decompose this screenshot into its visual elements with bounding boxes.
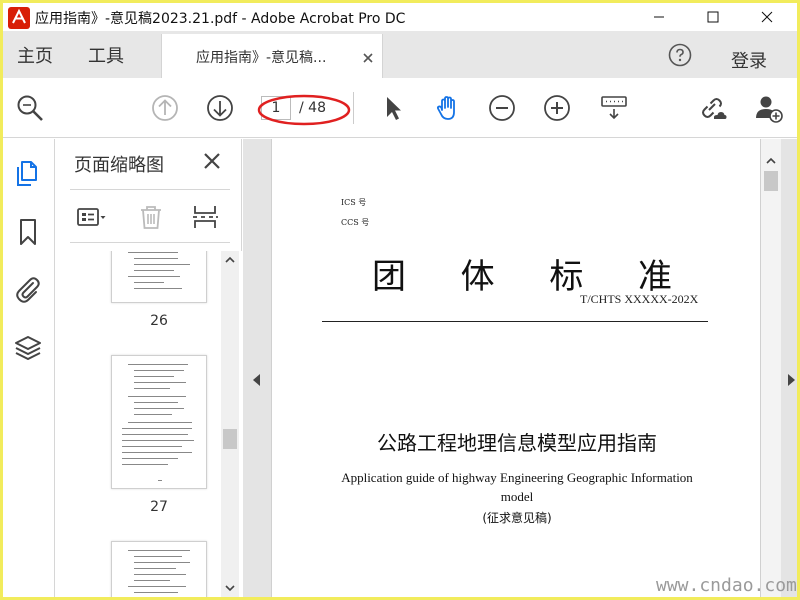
chinese-title: 公路工程地理信息模型应用指南 — [377, 431, 657, 455]
acrobat-logo-icon — [7, 6, 31, 30]
tab-tools[interactable]: 工具 — [88, 31, 124, 78]
thumbnail-scrollbar[interactable] — [221, 251, 239, 597]
close-window-button[interactable] — [744, 3, 790, 31]
window-title: 应用指南》-意见稿2023.21.pdf - Adobe Acrobat Pro… — [35, 11, 406, 27]
document-view[interactable]: ICS 号 CCS 号 团 体 标 准 T/CHTS XXXXX-202X 公路… — [243, 139, 797, 597]
maximize-button[interactable] — [690, 3, 736, 31]
minimize-button[interactable] — [636, 3, 682, 31]
document-scrollbar-thumb[interactable] — [764, 171, 778, 191]
thumbnail-page-28[interactable] — [111, 541, 207, 597]
bookmark-icon[interactable] — [13, 217, 43, 247]
thumbnail-page-26[interactable] — [111, 251, 207, 303]
expand-right-panel-icon[interactable] — [788, 374, 795, 386]
tab-home[interactable]: 主页 — [17, 31, 53, 78]
attachment-icon[interactable] — [13, 274, 43, 304]
ccs-number: CCS 号 — [341, 218, 370, 227]
panel-title: 页面缩略图 — [74, 155, 164, 176]
thumbnail-page-27[interactable] — [111, 355, 207, 489]
tab-document[interactable]: 应用指南》-意见稿... — [161, 34, 383, 78]
ics-number: ICS 号 — [341, 198, 367, 207]
watermark: www.cndao.com — [656, 575, 797, 596]
document-scrollbar[interactable] — [761, 139, 781, 597]
document-page: ICS 号 CCS 号 团 体 标 准 T/CHTS XXXXX-202X 公路… — [271, 139, 761, 597]
app-window: 应用指南》-意见稿2023.21.pdf - Adobe Acrobat Pro… — [3, 3, 797, 597]
tab-document-label: 应用指南》-意见稿... — [196, 50, 327, 66]
red-ellipse-annotation — [257, 94, 351, 126]
share-link-icon[interactable] — [697, 93, 727, 123]
delete-page-icon[interactable] — [136, 202, 166, 232]
hand-tool-icon[interactable] — [433, 93, 463, 123]
next-page-icon[interactable] — [205, 93, 235, 123]
previous-page-icon[interactable] — [150, 93, 180, 123]
title-char: 准 — [637, 257, 672, 297]
toolbar-divider — [353, 92, 354, 124]
panel-toolbar — [70, 189, 230, 243]
keyboard-icon[interactable] — [599, 93, 629, 123]
horizontal-rule — [322, 321, 708, 322]
english-title: Application guide of highway Engineering… — [341, 470, 693, 504]
tab-bar: 主页 工具 应用指南》-意见稿... 登录 — [3, 31, 797, 78]
title-char: 团 — [372, 257, 406, 297]
title-bar: 应用指南》-意见稿2023.21.pdf - Adobe Acrobat Pro… — [3, 3, 797, 31]
group-standard-title: 团 体 标 准 — [372, 249, 672, 298]
thumbnail-list[interactable]: 26 27 — [56, 251, 242, 597]
login-button[interactable]: 登录 — [731, 47, 767, 73]
draft-label: (征求意见稿) — [482, 511, 552, 525]
page-thumbnails-icon[interactable] — [13, 159, 43, 189]
left-rail — [3, 139, 55, 597]
add-user-icon[interactable] — [753, 93, 783, 123]
collapse-left-panel-icon[interactable] — [253, 374, 260, 386]
options-menu-icon[interactable] — [76, 202, 106, 232]
extract-page-icon[interactable] — [190, 202, 220, 232]
thumbnail-page-number: 27 — [150, 499, 168, 515]
zoom-in-icon[interactable] — [542, 93, 572, 123]
select-cursor-icon[interactable] — [378, 93, 408, 123]
standard-number: T/CHTS XXXXX-202X — [580, 292, 699, 306]
thumbnail-page-number: 26 — [150, 313, 168, 329]
toolbar: 1 / 48 — [3, 78, 797, 138]
close-panel-icon[interactable] — [202, 151, 222, 171]
title-char: 体 — [460, 257, 495, 297]
zoom-search-icon[interactable] — [15, 93, 45, 123]
close-tab-icon[interactable] — [362, 49, 374, 63]
help-icon[interactable] — [668, 43, 692, 67]
layers-icon[interactable] — [13, 333, 43, 363]
thumbnail-scrollbar-thumb[interactable] — [223, 429, 237, 449]
zoom-out-icon[interactable] — [487, 93, 517, 123]
page-thumbnails-panel: 页面缩略图 26 27 — [56, 139, 242, 597]
title-char: 标 — [549, 257, 584, 297]
